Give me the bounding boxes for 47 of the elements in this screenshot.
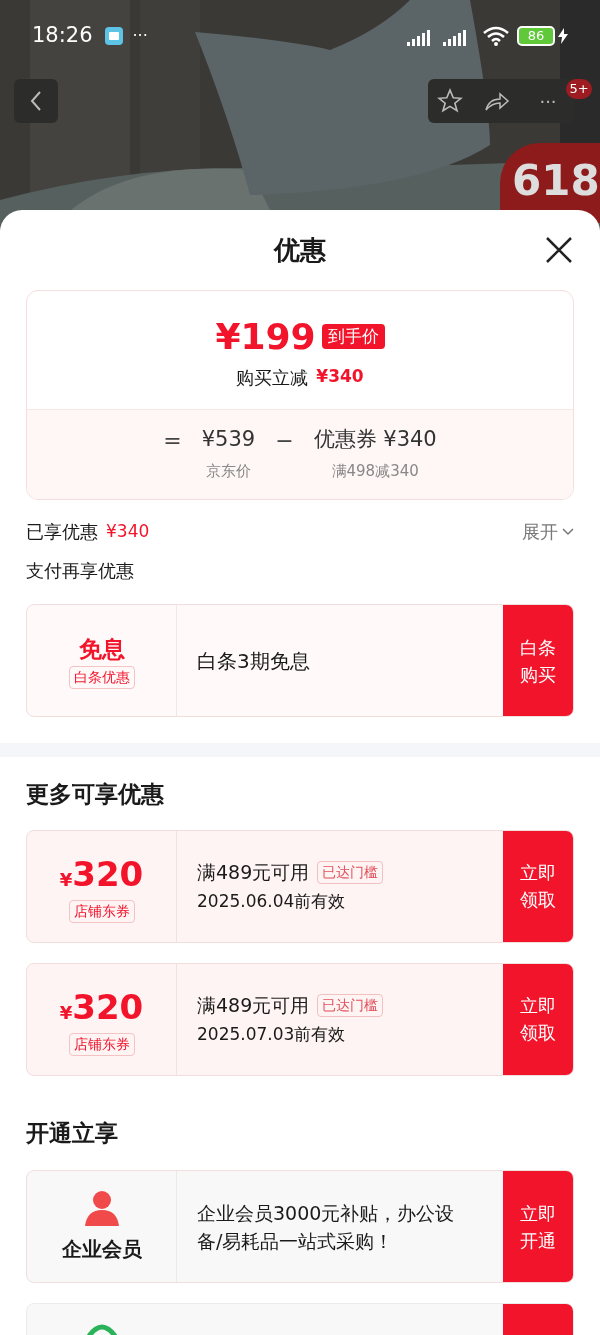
coupon-rule: 满498减340 xyxy=(331,460,419,482)
charging-icon xyxy=(558,27,568,44)
offer-title: 免息 xyxy=(78,634,125,664)
bag-icon xyxy=(85,1322,119,1335)
sheet-title: 优惠 xyxy=(274,233,326,267)
section-heading: 更多可享优惠 xyxy=(26,780,165,809)
coupon-validity: 2025.07.03前有效 xyxy=(197,1022,347,1046)
close-button[interactable] xyxy=(545,236,573,264)
coupon-tag: 店铺东券 xyxy=(68,900,135,923)
coupon-validity: 2025.06.04前有效 xyxy=(197,889,347,913)
coupon-condition: 满489元可用 xyxy=(197,993,310,1018)
back-button[interactable] xyxy=(14,79,58,123)
person-icon xyxy=(82,1189,121,1226)
enjoyed-amount: ¥340 xyxy=(106,519,150,543)
coupon-value: ¥320 xyxy=(59,853,144,896)
section-heading: 开通立享 xyxy=(26,1118,119,1148)
action-button[interactable]: 立即领取 xyxy=(503,830,573,942)
chevron-down-icon xyxy=(562,527,574,536)
status-tag: 已达门槛 xyxy=(317,993,384,1017)
member-title: 企业会员 xyxy=(61,1235,142,1263)
section-subtitle: 支付再享优惠 xyxy=(26,559,135,583)
expand-button[interactable]: 展开 xyxy=(522,518,574,545)
action-button[interactable]: 立即开通 xyxy=(503,1171,573,1282)
coupon-value: ¥320 xyxy=(59,986,144,1029)
base-price-label: 京东价 xyxy=(205,460,251,482)
offer-text: 白条3期免息 xyxy=(197,647,311,675)
status-tag: 已达门槛 xyxy=(317,860,384,884)
minus-sign: − xyxy=(275,427,294,455)
back-icon xyxy=(29,90,43,112)
price-tag: 到手价 xyxy=(321,323,385,350)
offer-tag: 白条优惠 xyxy=(68,666,135,690)
action-button[interactable]: 立即领取 xyxy=(503,963,573,1075)
equals-sign: = xyxy=(163,427,182,455)
saving-label: 购买立减 xyxy=(236,365,309,390)
base-price: ¥539 xyxy=(201,426,256,453)
action-button[interactable]: 白条购买 xyxy=(503,605,573,716)
status-time: 18:26 xyxy=(32,22,93,49)
status-more: ··· xyxy=(132,24,148,47)
member-text: 企业会员3000元补贴，办公设备/易耗品一站式采购！ xyxy=(197,1200,456,1254)
coupon-condition: 满489元可用 xyxy=(197,860,310,885)
saving-amount: ¥340 xyxy=(316,365,364,389)
wifi-icon xyxy=(483,25,509,46)
coupon-amount: 优惠券 ¥340 xyxy=(313,426,437,453)
final-price: ¥199 xyxy=(215,314,316,359)
notification-badge: 5+ xyxy=(566,79,592,99)
enjoyed-label: 已享优惠 xyxy=(26,520,98,544)
coupon-tag: 店铺东券 xyxy=(68,1033,135,1056)
